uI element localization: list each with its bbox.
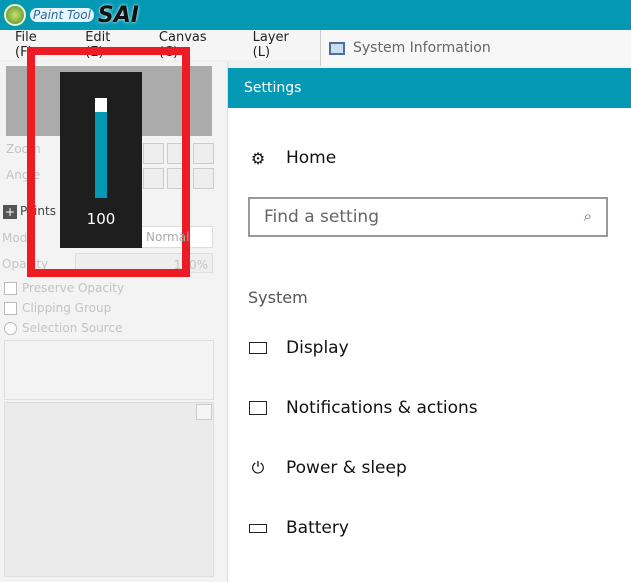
settings-item-battery[interactable]: Battery [248,518,349,538]
gear-icon: ⚙ [250,148,266,168]
layer-toolbar [4,340,214,400]
computer-icon [329,41,345,55]
monitor-icon [248,338,268,358]
leaf-logo-icon [4,4,26,26]
section-heading: System [248,288,308,307]
settings-item-notifications[interactable]: Notifications & actions [248,398,478,418]
layer-list[interactable] [4,402,214,577]
selection-source-label: Selection Source [22,321,123,335]
find-setting-search-input[interactable]: Find a setting ⌕ [248,197,608,237]
settings-window: Settings ⚙ Home Find a setting ⌕ System Di… [228,68,631,582]
settings-item-display[interactable]: Display [248,338,349,358]
clipping-group-label: Clipping Group [22,301,112,315]
clipping-group-checkbox[interactable] [4,302,17,315]
logo-text: Paint Tool [30,8,94,22]
zoom-reset-button[interactable] [193,143,214,164]
settings-item-power[interactable]: ⏻ Power & sleep [248,458,407,478]
battery-icon [248,518,268,538]
expand-plus-icon[interactable]: + [3,205,17,219]
paint-tool-sai-logo: Paint Tool SAI [4,2,139,28]
search-icon: ⌕ [583,207,592,225]
notification-icon [248,398,268,418]
home-link[interactable]: ⚙ Home [248,148,336,168]
window-title: System Information [353,40,491,56]
selection-source-radio[interactable] [4,322,17,335]
title-bar: Paint Tool SAI [0,0,631,30]
scroll-up-button[interactable] [196,404,212,420]
power-icon: ⏻ [251,458,265,477]
system-information-window-tab[interactable]: System Information [320,30,631,66]
rotate-reset-button[interactable] [193,168,214,189]
preserve-opacity-checkbox[interactable] [4,282,17,295]
mode-select-value[interactable]: Normal [146,230,189,244]
preserve-opacity-label: Preserve Opacity [22,281,125,295]
menu-layer[interactable]: Layer (L) [253,30,302,60]
settings-title: Settings [228,68,631,108]
logo-sai: SAI [97,2,139,28]
